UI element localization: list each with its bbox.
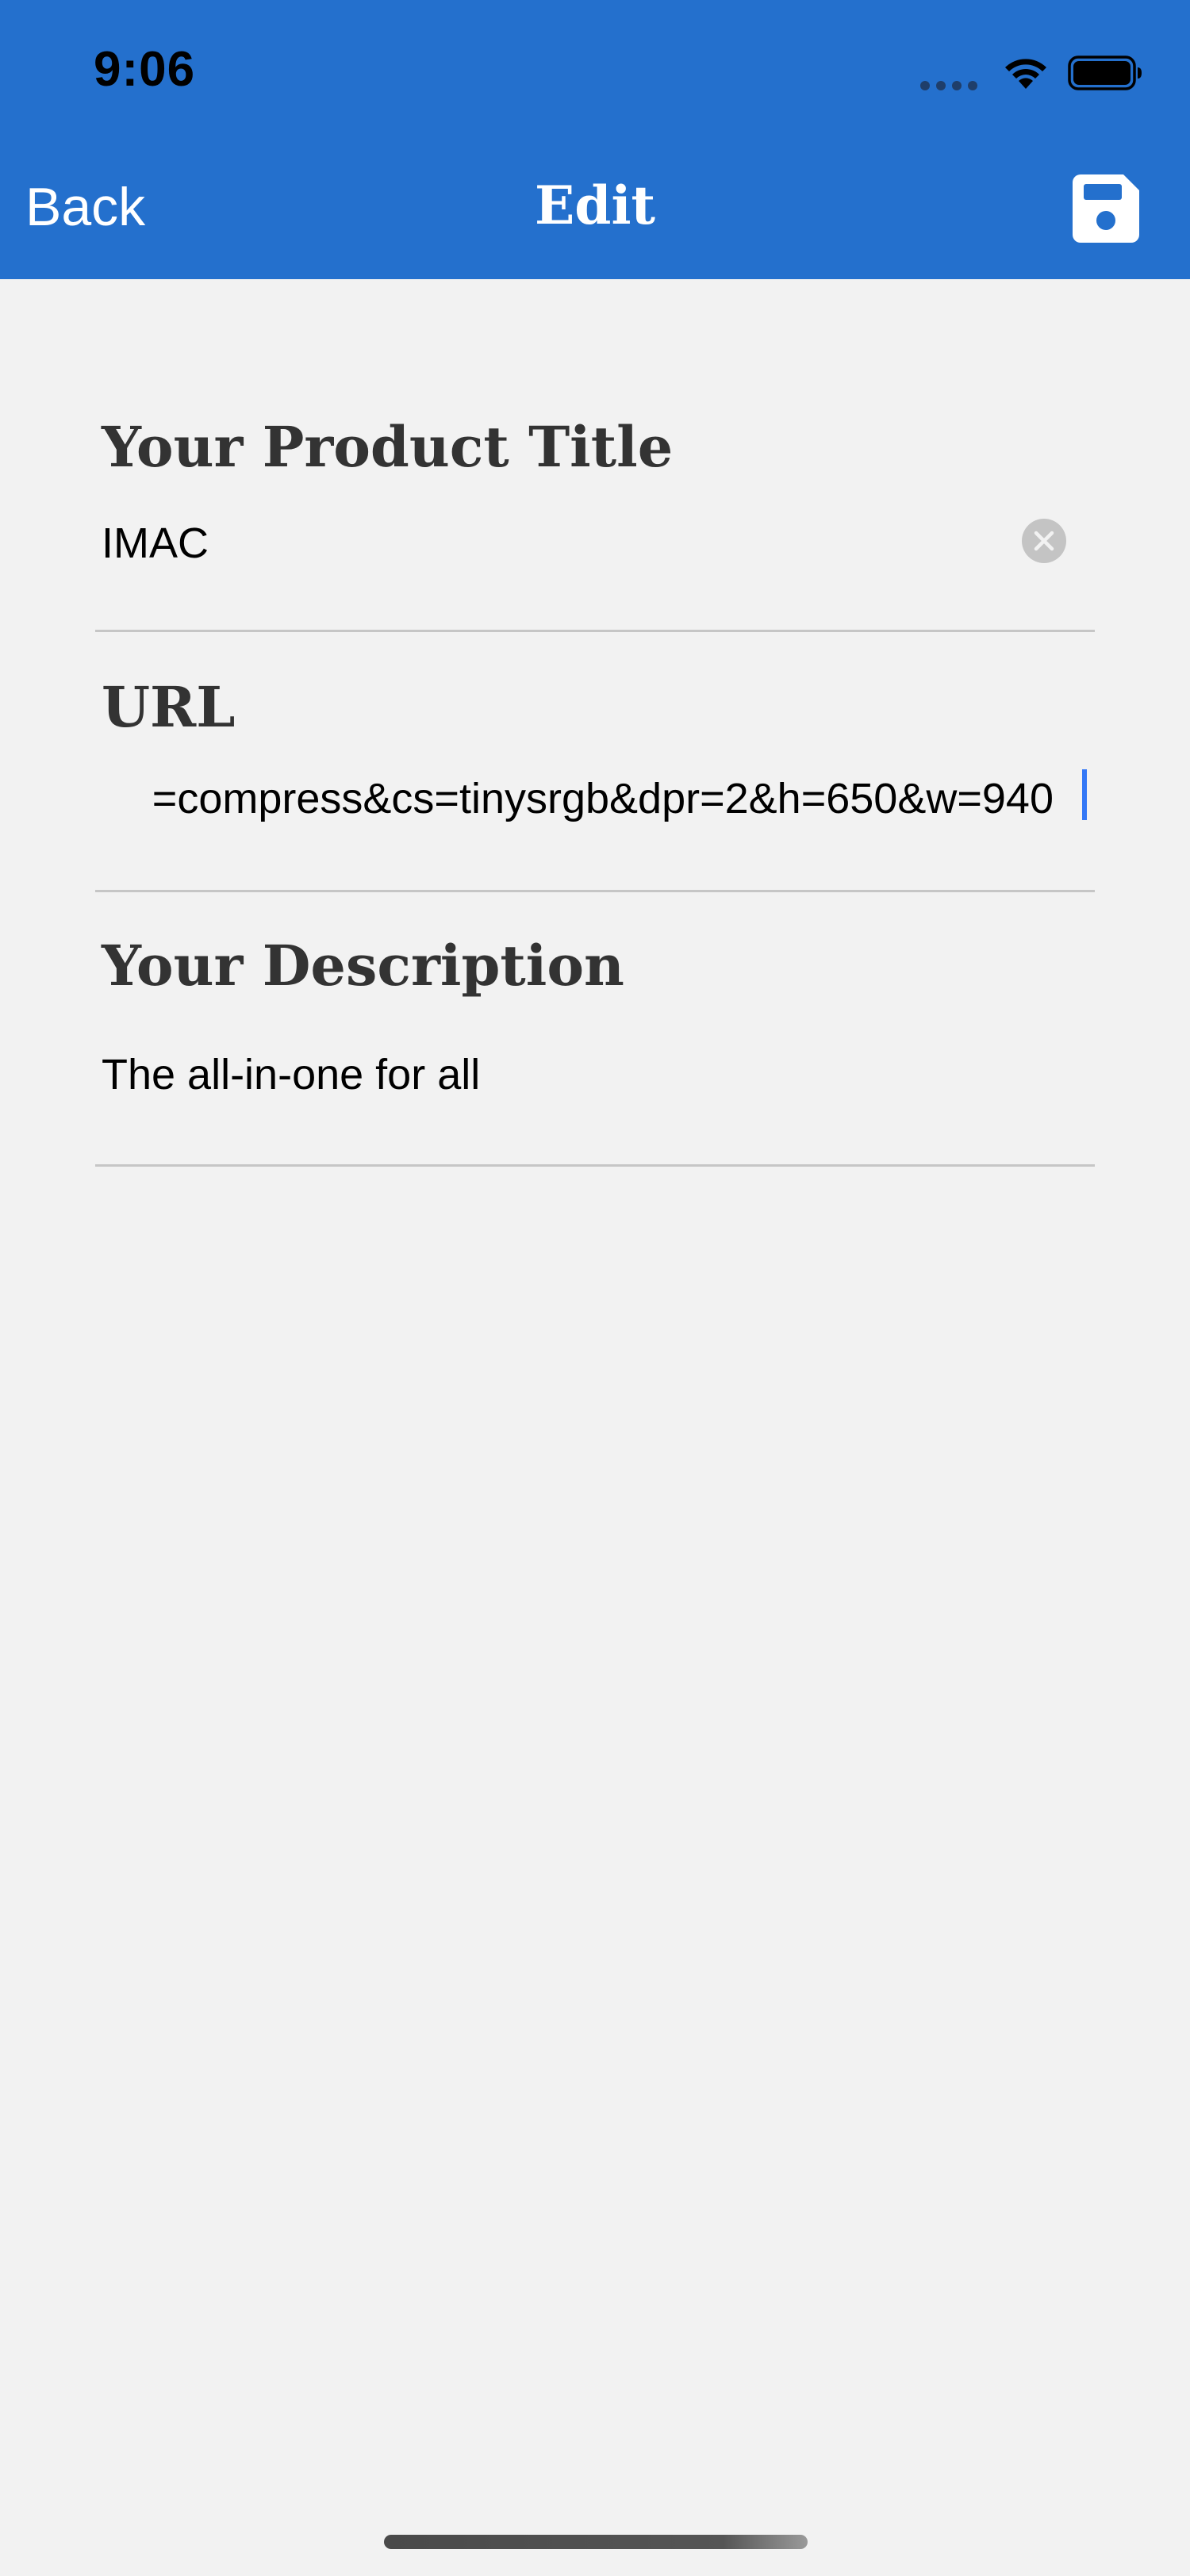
- text-caret: [1082, 769, 1087, 820]
- home-indicator[interactable]: [384, 2535, 808, 2549]
- product-title-field: Your Product Title IMAC: [95, 279, 1095, 633]
- battery-icon: [1068, 56, 1142, 90]
- divider: [95, 630, 1095, 632]
- save-icon[interactable]: [1073, 174, 1139, 243]
- description-field: Your Description The all-in-one for all: [95, 891, 1095, 1164]
- status-icons: [920, 52, 1142, 100]
- back-button[interactable]: Back: [25, 176, 145, 238]
- description-label: Your Description: [102, 933, 624, 999]
- clear-icon[interactable]: [1022, 519, 1066, 563]
- wifi-icon: [1005, 59, 1046, 89]
- description-input[interactable]: The all-in-one for all: [102, 1050, 480, 1099]
- url-label: URL: [102, 674, 236, 740]
- status-time: 9:06: [94, 42, 196, 97]
- app-header: 9:06 Back Edit: [0, 0, 1190, 279]
- cellular-signal-icon: [920, 81, 979, 92]
- product-title-label: Your Product Title: [102, 414, 674, 480]
- product-title-input[interactable]: IMAC: [102, 519, 209, 568]
- divider: [95, 1164, 1095, 1167]
- url-field: URL =compress&cs=tinysrgb&dpr=2&h=650&w=…: [95, 633, 1095, 891]
- url-input[interactable]: =compress&cs=tinysrgb&dpr=2&h=650&w=940: [102, 774, 1054, 823]
- page-title: Edit: [534, 174, 655, 236]
- url-input-value: =compress&cs=tinysrgb&dpr=2&h=650&w=940: [152, 775, 1054, 822]
